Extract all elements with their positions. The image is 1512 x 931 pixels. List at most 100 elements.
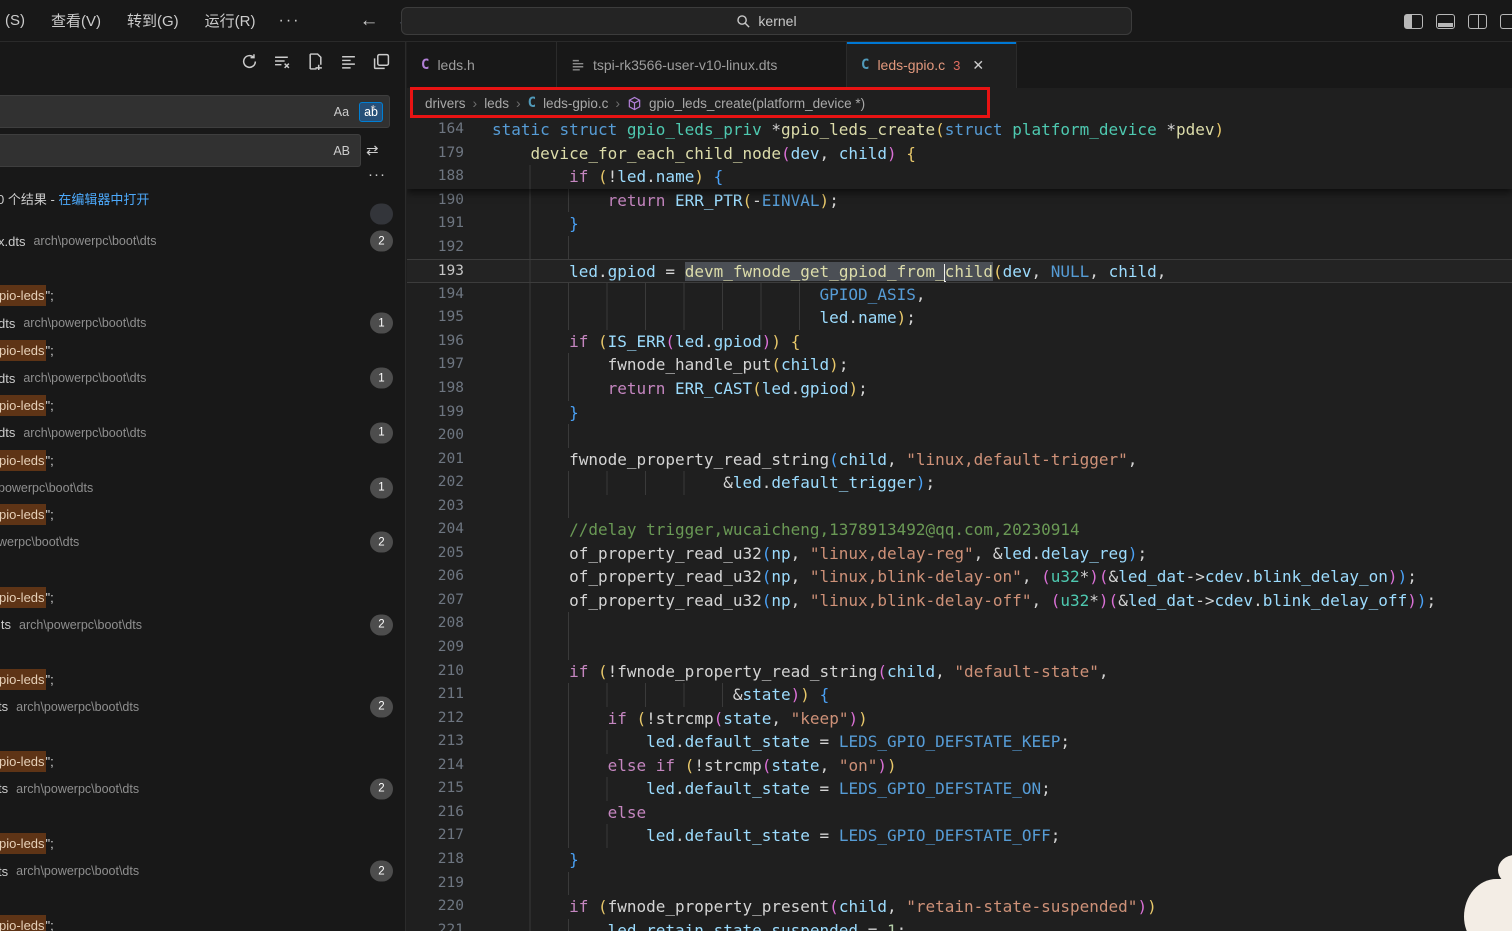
result-file-row[interactable] bbox=[0, 200, 406, 227]
match-text: pio-leds"; bbox=[0, 672, 54, 687]
code-line-205: 205 of_property_read_u32(np, "linux,dela… bbox=[407, 542, 1512, 566]
line-number: 217 bbox=[407, 824, 464, 848]
result-file-row[interactable]: ltsarch\powerpc\boot\dts2 bbox=[0, 611, 406, 638]
result-match-row[interactable]: pio-leds"; bbox=[0, 748, 406, 775]
search-details-toggle[interactable]: ··· bbox=[368, 166, 386, 183]
breadcrumb-item[interactable]: gpio_leds_create(platform_device *) bbox=[649, 96, 865, 111]
result-match-row[interactable] bbox=[0, 885, 406, 912]
file-path: arch\powerpc\boot\dts bbox=[23, 371, 146, 385]
menu-more-button[interactable]: ··· bbox=[269, 8, 311, 34]
refresh-icon[interactable] bbox=[240, 52, 259, 71]
menu-item[interactable]: (S) bbox=[0, 8, 38, 33]
line-number: 191 bbox=[407, 212, 464, 236]
clear-search-results-icon[interactable] bbox=[273, 52, 292, 71]
line-number: 212 bbox=[407, 707, 464, 731]
breadcrumb-item[interactable]: drivers bbox=[425, 96, 466, 111]
menu-item[interactable]: 查看(V) bbox=[38, 6, 114, 35]
breadcrumb[interactable]: drivers›leds›Cleds-gpio.c›gpio_leds_crea… bbox=[407, 88, 1512, 118]
open-in-editor-icon[interactable] bbox=[372, 52, 391, 71]
open-new-search-editor-icon[interactable] bbox=[306, 52, 325, 71]
line-number: 201 bbox=[407, 448, 464, 472]
result-match-row[interactable] bbox=[0, 803, 406, 830]
result-file-row[interactable]: dtsarch\powerpc\boot\dts1 bbox=[0, 419, 406, 446]
replace-all-button[interactable]: ⇄ bbox=[366, 141, 379, 159]
tab-tspi-rk3566-user-v10-linux.dts[interactable]: tspi-rk3566-user-v10-linux.dts bbox=[557, 42, 847, 88]
indent-guides bbox=[492, 612, 569, 636]
tab-leds.h[interactable]: Cleds.h bbox=[407, 42, 557, 88]
result-file-row[interactable]: tsarch\powerpc\boot\dts2 bbox=[0, 775, 406, 802]
tab-close-icon[interactable]: ✕ bbox=[972, 57, 984, 74]
replace-input[interactable]: AB bbox=[0, 134, 361, 167]
result-file-row[interactable]: x.dtsarch\powerpc\boot\dts2 bbox=[0, 227, 406, 254]
code-text: of_property_read_u32(np, "linux,blink-de… bbox=[492, 565, 1417, 589]
code-line-191: 191 } bbox=[407, 212, 1512, 236]
command-center-query: kernel bbox=[758, 13, 796, 29]
nav-back-icon[interactable]: ← bbox=[350, 8, 387, 34]
line-number: 215 bbox=[407, 777, 464, 801]
result-match-row[interactable]: pio-leds"; bbox=[0, 912, 406, 931]
code-line-196: 196 if (IS_ERR(led.gpiod)) { bbox=[407, 330, 1512, 354]
file-name: dts bbox=[0, 316, 15, 331]
breadcrumb-item[interactable]: leds-gpio.c bbox=[543, 96, 608, 111]
line-number: 219 bbox=[407, 872, 464, 896]
result-match-row[interactable]: pio-leds"; bbox=[0, 447, 406, 474]
collapse-all-icon[interactable] bbox=[339, 52, 358, 71]
result-file-row[interactable]: tsarch\powerpc\boot\dts2 bbox=[0, 693, 406, 720]
indent-guides bbox=[492, 636, 569, 660]
code-text: led.default_state = LEDS_GPIO_DEFSTATE_O… bbox=[492, 824, 1060, 848]
match-text: pio-leds"; bbox=[0, 590, 54, 605]
result-file-row[interactable]: dtsarch\powerpc\boot\dts1 bbox=[0, 310, 406, 337]
toggle-secondary-sidebar-icon[interactable] bbox=[1468, 14, 1487, 29]
result-match-row[interactable] bbox=[0, 556, 406, 583]
breadcrumb-item[interactable]: leds bbox=[484, 96, 509, 111]
result-file-row[interactable]: tsarch\powerpc\boot\dts2 bbox=[0, 857, 406, 884]
result-file-row[interactable]: dtsarch\powerpc\boot\dts1 bbox=[0, 364, 406, 391]
result-file-row[interactable]: werpc\boot\dts2 bbox=[0, 529, 406, 556]
result-match-row[interactable] bbox=[0, 638, 406, 665]
result-match-row[interactable]: pio-leds"; bbox=[0, 337, 406, 364]
line-number: 197 bbox=[407, 353, 464, 377]
result-match-row[interactable]: pio-leds"; bbox=[0, 583, 406, 610]
code-text: } bbox=[492, 401, 579, 425]
menu-item[interactable]: 运行(R) bbox=[192, 6, 269, 35]
code-text: led.default_state = LEDS_GPIO_DEFSTATE_O… bbox=[492, 777, 1051, 801]
match-case-toggle[interactable]: Aa bbox=[330, 103, 353, 121]
result-match-row[interactable]: pio-leds"; bbox=[0, 392, 406, 419]
match-count-badge: 2 bbox=[370, 778, 393, 799]
sticky-scroll: 164static struct gpio_leds_priv *gpio_le… bbox=[407, 118, 1512, 189]
tab-problems-badge: 3 bbox=[953, 58, 960, 73]
match-highlight: pio-leds bbox=[0, 504, 46, 525]
code-line-221: 221 led.retain_state_suspended = 1; bbox=[407, 919, 1512, 931]
code-line-218: 218 } bbox=[407, 848, 1512, 872]
code-text: return ERR_CAST(led.gpiod); bbox=[492, 377, 868, 401]
code-editor[interactable]: 164static struct gpio_leds_priv *gpio_le… bbox=[407, 118, 1512, 931]
code-line-207: 207 of_property_read_u32(np, "linux,blin… bbox=[407, 589, 1512, 613]
line-number: 221 bbox=[407, 919, 464, 931]
code-line-164: 164static struct gpio_leds_priv *gpio_le… bbox=[407, 118, 1512, 142]
code-text: &state)) { bbox=[492, 683, 829, 707]
code-line-193: 193 led.gpiod = devm_fwnode_get_gpiod_fr… bbox=[407, 259, 1512, 283]
result-match-row[interactable]: pio-leds"; bbox=[0, 666, 406, 693]
result-match-row[interactable]: pio-leds"; bbox=[0, 501, 406, 528]
result-match-row[interactable]: pio-leds"; bbox=[0, 830, 406, 857]
result-file-row[interactable]: powerpc\boot\dts1 bbox=[0, 474, 406, 501]
toggle-panel-icon[interactable] bbox=[1436, 14, 1455, 29]
result-match-row[interactable]: pio-leds"; bbox=[0, 282, 406, 309]
customize-layout-icon[interactable] bbox=[1500, 14, 1512, 29]
match-count-badge bbox=[370, 203, 393, 224]
tab-leds-gpio.c[interactable]: Cleds-gpio.c3✕ bbox=[847, 42, 1017, 88]
c-file-icon: C bbox=[861, 57, 869, 73]
code-line-201: 201 fwnode_property_read_string(child, "… bbox=[407, 448, 1512, 472]
menu-item[interactable]: 转到(G) bbox=[114, 6, 192, 35]
regex-toggle[interactable]: .* bbox=[366, 102, 377, 117]
command-center-search[interactable]: kernel bbox=[401, 7, 1132, 35]
result-match-row[interactable] bbox=[0, 255, 406, 282]
preserve-case-toggle[interactable]: AB bbox=[329, 142, 354, 160]
indent-guides bbox=[492, 495, 569, 519]
result-match-row[interactable] bbox=[0, 720, 406, 747]
search-toolbar bbox=[240, 52, 391, 71]
tab-label: leds.h bbox=[437, 57, 474, 73]
toggle-primary-sidebar-icon[interactable] bbox=[1404, 14, 1423, 29]
match-count-badge: 1 bbox=[370, 368, 393, 389]
search-input[interactable]: Aa ab bbox=[0, 95, 390, 128]
